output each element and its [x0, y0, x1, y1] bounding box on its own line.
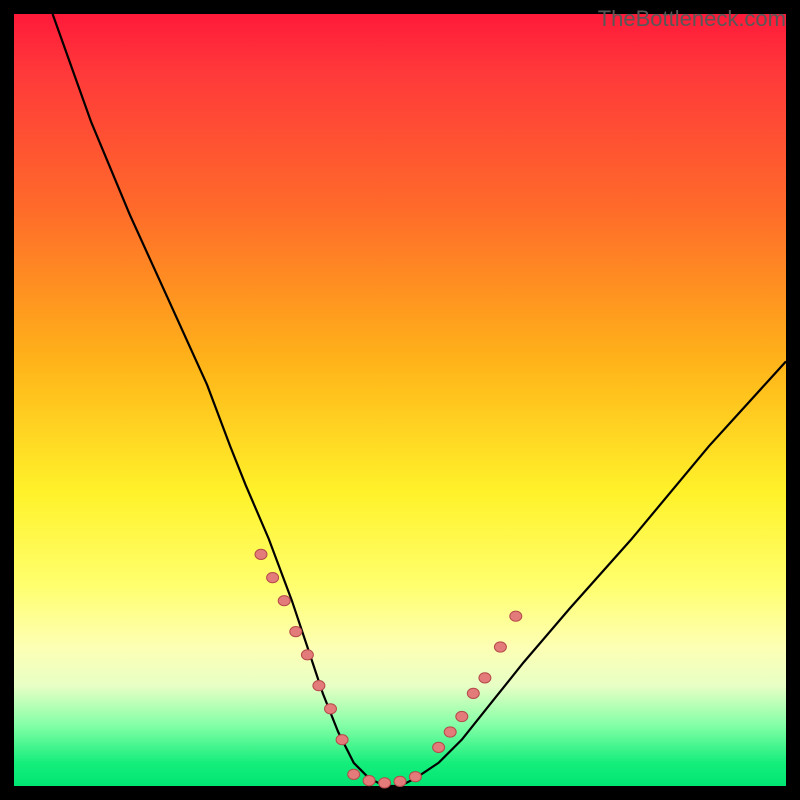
marker-dot — [363, 776, 375, 786]
marker-dot — [433, 742, 445, 752]
watermark-text: TheBottleneck.com — [598, 6, 786, 32]
marker-dot — [409, 772, 421, 782]
marker-dot — [467, 688, 479, 698]
marker-dot — [444, 727, 456, 737]
marker-dot — [278, 596, 290, 606]
marker-dot — [494, 642, 506, 652]
marker-dot — [313, 681, 325, 691]
marker-dot — [456, 711, 468, 721]
chart-svg — [14, 14, 786, 786]
marker-dot — [394, 776, 406, 786]
plot-area — [14, 14, 786, 786]
marker-dot — [325, 704, 337, 714]
marker-dot — [267, 573, 279, 583]
marker-beads — [255, 549, 522, 788]
marker-dot — [510, 611, 522, 621]
marker-dot — [290, 627, 302, 637]
marker-dot — [301, 650, 313, 660]
marker-dot — [255, 549, 267, 559]
marker-dot — [379, 778, 391, 788]
marker-dot — [336, 735, 348, 745]
bottleneck-curve — [53, 14, 786, 786]
marker-dot — [479, 673, 491, 683]
chart-frame: TheBottleneck.com — [0, 0, 800, 800]
marker-dot — [348, 769, 360, 779]
